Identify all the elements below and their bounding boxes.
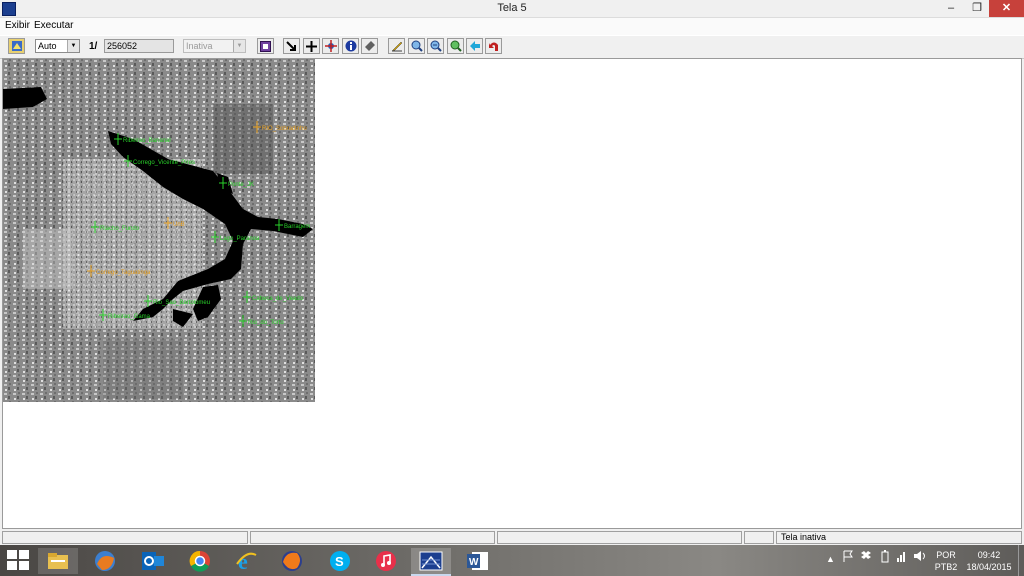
map-label: Barragem <box>284 224 310 230</box>
zoom-out-button[interactable] <box>427 38 444 54</box>
pan-icon <box>324 40 337 52</box>
map-label: Rio_do_Torto <box>248 320 284 326</box>
start-button[interactable] <box>7 550 29 571</box>
layer-state-select[interactable]: Inativa ▼ <box>183 39 246 53</box>
pencil-icon <box>391 41 402 52</box>
arrow-left-icon <box>469 41 480 51</box>
status-bar: Tela inativa <box>0 530 1024 545</box>
zoom-out-icon <box>430 40 442 52</box>
status-panel-4 <box>744 531 774 544</box>
show-desktop-button[interactable] <box>1018 545 1024 576</box>
info-button[interactable] <box>342 38 359 54</box>
map-label: Ribeirao_Bananal <box>123 138 171 144</box>
chrome-icon[interactable] <box>180 548 220 574</box>
firefox-icon[interactable] <box>272 548 312 574</box>
chevron-down-icon: ▼ <box>233 40 245 52</box>
map-canvas[interactable]: RIO_Sobradinho Ribeirao_Bananal Corrego_Vi… <box>2 58 1022 529</box>
grid-button[interactable] <box>257 38 274 54</box>
map-label: Riacho_Fundo <box>100 226 140 232</box>
display-tool-button[interactable] <box>8 38 25 54</box>
title-bar: Tela 5 ‒ ❐ ✕ <box>0 0 1024 18</box>
status-panel-3 <box>497 531 742 544</box>
clock-time: 09:42 <box>977 550 1001 560</box>
taskbar: e S W ▲ POR PTB2 09:42 18/04/2015 <box>0 545 1024 576</box>
undo-button[interactable] <box>485 38 502 54</box>
crosshair-icon <box>306 40 317 52</box>
map-label: Ponte_JK <box>228 182 254 188</box>
display-tool-icon <box>11 41 22 51</box>
keyboard-layout: PTB2 <box>934 562 958 572</box>
zoom-in-icon <box>411 40 423 52</box>
status-panel-2 <box>250 531 495 544</box>
window-title: Tela 5 <box>497 2 527 14</box>
crosshair-button[interactable] <box>303 38 320 54</box>
firefox-old-icon[interactable] <box>85 548 125 574</box>
status-panel-1 <box>2 531 248 544</box>
undo-icon <box>488 42 498 51</box>
clock[interactable]: 09:42 18/04/2015 <box>963 549 1015 573</box>
map-label: Corrego_Taguatinga <box>96 270 151 276</box>
language-indicator[interactable]: POR PTB2 <box>934 549 958 573</box>
edit-button[interactable] <box>388 38 405 54</box>
menu-exibir[interactable]: Exibir <box>5 20 30 31</box>
itunes-icon[interactable] <box>366 548 406 574</box>
show-hidden-icons-icon[interactable]: ▲ <box>826 554 835 564</box>
eraser-icon <box>364 41 375 51</box>
eraser-button[interactable] <box>361 38 378 54</box>
pan-button[interactable] <box>322 38 339 54</box>
menu-bar: Exibir Executar <box>0 18 1024 35</box>
zoom-in-button[interactable] <box>408 38 425 54</box>
map-label: Rio_Sao_Bartolomeu <box>153 300 210 306</box>
zoom-extent-button[interactable] <box>447 38 464 54</box>
close-button[interactable]: ✕ <box>989 0 1024 17</box>
layer-state-value: Inativa <box>186 41 213 51</box>
file-explorer-icon[interactable] <box>38 548 78 574</box>
spring-icon[interactable] <box>411 548 451 576</box>
map-label: RIO_Sobradinho <box>262 126 307 132</box>
clock-date: 18/04/2015 <box>966 562 1012 572</box>
map-label: Ribeirao_Gama <box>108 314 151 320</box>
scale-label: 1/ <box>89 41 98 52</box>
flag-icon[interactable] <box>842 549 854 565</box>
zoom-mode-value: Auto <box>38 41 57 51</box>
ie-icon[interactable]: e <box>226 548 266 574</box>
svg-text:W: W <box>469 557 479 568</box>
grid-icon <box>260 40 271 52</box>
chevron-down-icon: ▼ <box>67 40 79 52</box>
back-button[interactable] <box>466 38 483 54</box>
minimize-button[interactable]: ‒ <box>938 0 964 17</box>
restore-button[interactable]: ❐ <box>964 0 990 17</box>
satellite-image[interactable]: RIO_Sobradinho Ribeirao_Bananal Corrego_Vi… <box>3 59 315 402</box>
zoom-mode-select[interactable]: Auto ▼ <box>35 39 80 53</box>
arrow-down-right-button[interactable] <box>283 38 300 54</box>
zoom-extent-icon <box>450 40 462 52</box>
volume-icon[interactable] <box>913 549 927 565</box>
menu-executar[interactable]: Executar <box>34 20 73 31</box>
svg-text:S: S <box>335 554 344 569</box>
word-icon[interactable]: W <box>458 548 498 574</box>
battery-icon[interactable] <box>880 549 890 565</box>
signal-icon[interactable] <box>896 549 908 565</box>
scale-input[interactable]: 256052 <box>104 39 174 53</box>
toolbar: Auto ▼ 1/ 256052 Inativa ▼ <box>0 35 1024 59</box>
arrow-down-right-icon <box>286 40 296 51</box>
skype-icon[interactable]: S <box>320 548 360 574</box>
dropbox-icon[interactable] <box>860 549 872 565</box>
status-panel-5: Tela inativa <box>776 531 1022 544</box>
outlook-icon[interactable] <box>133 548 173 574</box>
info-icon <box>345 40 356 52</box>
map-label: Lago_Paranoa <box>220 236 260 242</box>
map-label: Cabeca_de_Veado <box>252 296 304 302</box>
map-label: UnB <box>173 222 185 228</box>
map-label: Corrego_Vicente_Pires <box>133 160 195 166</box>
language-code: POR <box>936 550 956 560</box>
